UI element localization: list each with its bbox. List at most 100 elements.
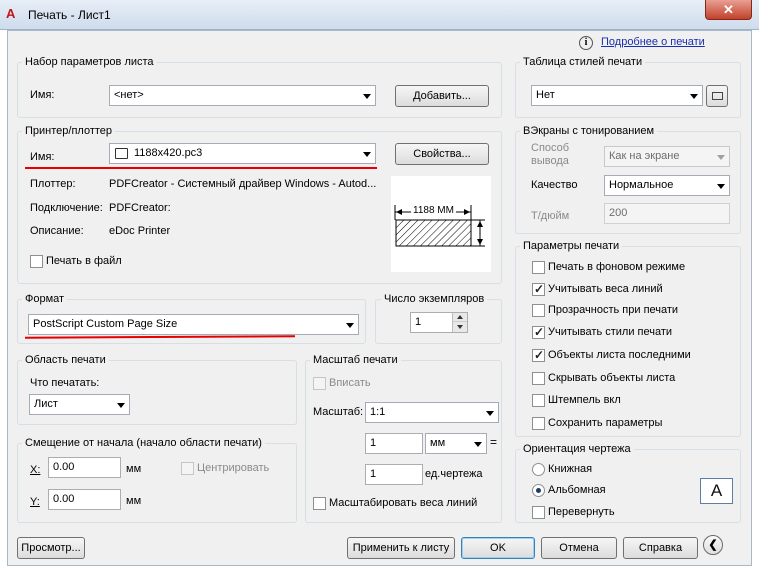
what-to-plot-select[interactable]: Лист — [29, 394, 130, 415]
style-table-value: Нет — [536, 89, 555, 101]
fit-to-paper-label: Вписать — [329, 377, 371, 389]
copies-down-button[interactable] — [452, 322, 467, 332]
print-to-file-checkbox[interactable] — [30, 255, 43, 268]
apply-to-layout-button[interactable]: Применить к листу — [347, 537, 455, 559]
dpi-input[interactable]: 200 — [604, 203, 730, 224]
printer-icon — [115, 148, 128, 159]
center-plot-checkbox[interactable] — [181, 462, 194, 475]
arrow-up-icon — [457, 315, 463, 319]
chevron-down-icon — [363, 152, 371, 157]
equals-sign: = — [490, 435, 498, 449]
scale-lineweights-checkbox[interactable] — [313, 497, 326, 510]
plot-area-group — [17, 360, 297, 425]
edit-table-icon — [712, 92, 723, 100]
chevron-down-icon — [717, 184, 725, 189]
plotter-label: Плоттер: — [30, 178, 76, 190]
arrow-down-icon — [457, 325, 463, 329]
print-to-file-label: Печать в файл — [46, 255, 122, 267]
scale-drawing-units-input[interactable]: 1 — [365, 464, 423, 485]
shade-mode-select[interactable]: Как на экране — [604, 146, 730, 167]
plotter-select[interactable]: 1188x420.pc3 — [109, 143, 376, 164]
ok-button[interactable]: OK — [461, 537, 535, 559]
offset-title: Смещение от начала (начало области печат… — [22, 437, 265, 449]
portrait-label: Книжная — [548, 463, 593, 475]
close-button[interactable]: ✕ — [705, 0, 752, 20]
plot-option-checkbox[interactable] — [532, 372, 545, 385]
edit-style-table-button[interactable] — [706, 85, 728, 107]
quality-select[interactable]: Нормальное — [604, 175, 730, 196]
landscape-label: Альбомная — [548, 484, 606, 496]
page-setup-title: Набор параметров листа — [22, 56, 157, 68]
scale-paper-units-input[interactable]: 1 — [365, 433, 423, 454]
info-icon: i — [579, 36, 593, 50]
offset-y-label: Y: — [30, 496, 40, 508]
style-table-select[interactable]: Нет — [531, 85, 703, 106]
fit-to-paper-checkbox[interactable] — [313, 377, 326, 390]
plot-option-checkbox[interactable] — [532, 261, 545, 274]
plot-option-label: Печать в фоновом режиме — [548, 261, 686, 273]
plotter-name-label: Имя: — [30, 151, 55, 163]
orientation-title: Ориентация чертежа — [520, 443, 634, 455]
plot-option-checkbox[interactable] — [532, 348, 545, 362]
plot-option-label: Учитывать веса линий — [548, 283, 663, 295]
port-value: PDFCreator: — [109, 202, 171, 214]
copies-up-button[interactable] — [452, 313, 467, 322]
preview-button[interactable]: Просмотр... — [17, 537, 85, 559]
help-link[interactable]: Подробнее о печати — [601, 36, 705, 48]
chevron-down-icon — [346, 323, 354, 328]
offset-x-value: 0.00 — [53, 461, 75, 473]
plot-option-label: Объекты листа последними — [548, 349, 691, 361]
upside-down-label: Перевернуть — [548, 506, 615, 518]
plotter-driver-value: PDFCreator - Системный драйвер Windows -… — [109, 178, 377, 190]
plot-option-checkbox[interactable] — [532, 417, 545, 430]
scale-select[interactable]: 1:1 — [365, 402, 499, 423]
scale-units-select[interactable]: мм — [425, 433, 487, 454]
chevron-down-icon — [690, 94, 698, 99]
plot-option-checkbox[interactable] — [532, 304, 545, 317]
port-label: Подключение: — [30, 202, 103, 214]
offset-y-input[interactable]: 0.00 — [48, 489, 121, 510]
scale-lineweights-label: Масштабировать веса линий — [329, 497, 478, 509]
help-button[interactable]: Справка — [623, 537, 698, 559]
scale-title: Масштаб печати — [310, 354, 401, 366]
what-to-plot-value: Лист — [34, 398, 58, 410]
properties-button[interactable]: Свойства... — [395, 143, 489, 165]
offset-y-unit: мм — [126, 495, 142, 507]
plot-option-checkbox[interactable] — [532, 394, 545, 407]
add-page-setup-button[interactable]: Добавить... — [395, 85, 489, 107]
plot-options-title: Параметры печати — [520, 240, 623, 252]
chevron-down-icon — [486, 411, 494, 416]
page-setup-select[interactable]: <нет> — [109, 85, 376, 106]
offset-x-input[interactable]: 0.00 — [48, 457, 121, 478]
offset-x-unit: мм — [126, 463, 142, 475]
portrait-radio[interactable] — [532, 463, 545, 476]
offset-x-label: X: — [30, 464, 41, 476]
plotter-name-value: 1188x420.pc3 — [134, 147, 203, 159]
paper-size-select[interactable]: PostScript Custom Page Size — [28, 314, 359, 335]
dpi-value: 200 — [609, 207, 628, 219]
plot-option-label: Штемпель вкл — [548, 394, 621, 406]
cancel-button[interactable]: Отмена — [541, 537, 617, 559]
collapse-options-button[interactable]: ❮ — [703, 535, 723, 555]
what-to-plot-label: Что печатать: — [30, 377, 100, 389]
center-plot-label: Центрировать — [197, 462, 270, 474]
paper-size-value: PostScript Custom Page Size — [33, 318, 178, 330]
page-setup-name-label: Имя: — [30, 89, 55, 101]
quality-label: Качество — [531, 179, 578, 191]
chevron-down-icon — [117, 403, 125, 408]
style-table-title: Таблица стилей печати — [520, 56, 646, 68]
paper-preview-drawing — [394, 205, 485, 247]
plot-option-checkbox[interactable] — [532, 325, 545, 339]
paper-width-label: 1188 MM — [411, 205, 456, 216]
drawing-units-label: ед.чертежа — [425, 468, 483, 480]
shade-mode-label: Способ вывода — [531, 142, 570, 167]
plot-option-label: Прозрачность при печати — [548, 304, 679, 316]
plot-option-label: Сохранить параметры — [548, 417, 663, 429]
plot-option-label: Учитывать стили печати — [548, 326, 673, 338]
scale-paper-units-value: 1 — [370, 437, 377, 449]
plot-area-title: Область печати — [22, 354, 109, 366]
plot-option-checkbox[interactable] — [532, 282, 545, 296]
upside-down-checkbox[interactable] — [532, 506, 545, 519]
title-bar — [0, 0, 759, 30]
landscape-radio[interactable] — [532, 484, 545, 497]
